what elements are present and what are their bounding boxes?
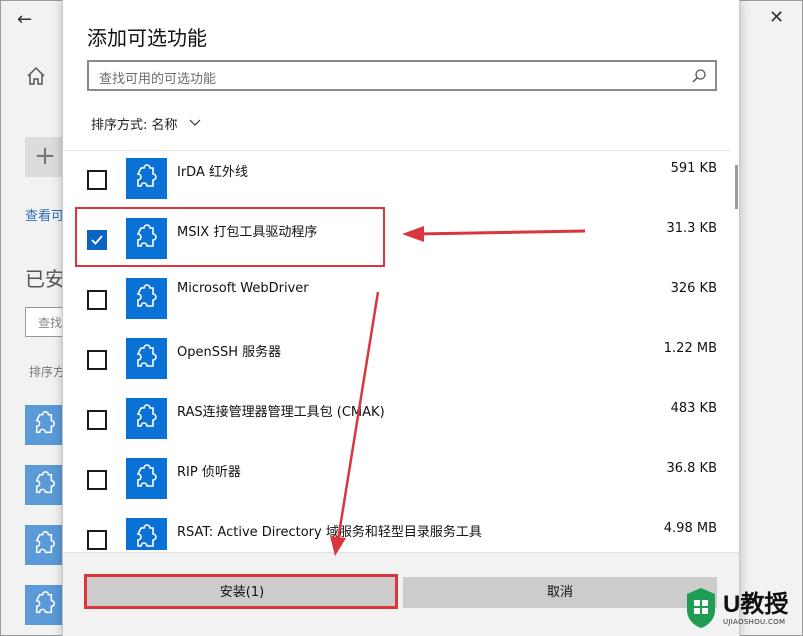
feature-name: RIP 侦听器: [177, 465, 241, 480]
feature-size: 1.22 MB: [663, 341, 717, 356]
feature-size: 591 KB: [670, 161, 717, 176]
search-placeholder: 查找可用的可选功能: [99, 72, 217, 87]
installed-heading: 已安: [25, 267, 65, 291]
checkbox[interactable]: [87, 410, 107, 430]
feature-size: 483 KB: [670, 401, 717, 416]
feature-name: OpenSSH 服务器: [177, 345, 282, 360]
add-feature-button[interactable]: +: [25, 137, 65, 177]
puzzle-icon: [25, 405, 65, 445]
puzzle-icon: [126, 158, 167, 199]
sort-value: 名称: [151, 118, 178, 133]
puzzle-icon: [126, 398, 167, 439]
list-item[interactable]: IrDA 红外线 591 KB: [63, 151, 731, 211]
puzzle-icon: [126, 338, 167, 379]
watermark-brand: U教授: [723, 591, 789, 618]
checkbox[interactable]: [87, 170, 107, 190]
feature-size: 4.98 MB: [663, 521, 717, 536]
sort-dropdown[interactable]: 排序方式: 名称: [91, 114, 178, 133]
sort-label: 排序方式:: [91, 118, 148, 133]
puzzle-icon: [126, 518, 167, 550]
puzzle-icon: [25, 585, 65, 625]
puzzle-icon: [126, 458, 167, 499]
add-optional-feature-dialog: 添加可选功能 查找可用的可选功能 排序方式: 名称 IrDA 红外线 591 K…: [62, 0, 740, 636]
watermark-url: UJIAOSHOU.COM: [723, 618, 786, 626]
back-arrow-icon[interactable]: ←: [17, 9, 32, 30]
checkbox[interactable]: [87, 290, 107, 310]
list-item[interactable]: RSAT: Active Directory 域服务和轻型目录服务工具 4.98…: [63, 511, 731, 550]
puzzle-icon: [126, 278, 167, 319]
list-scrollbar[interactable]: [735, 165, 738, 209]
watermark-logo: U教授 UJIAOSHOU.COM: [683, 582, 801, 634]
list-item[interactable]: RIP 侦听器 36.8 KB: [63, 451, 731, 511]
feature-name: Microsoft WebDriver: [177, 281, 309, 296]
home-icon[interactable]: [25, 65, 47, 87]
cancel-button[interactable]: 取消: [403, 577, 717, 608]
highlight-selected-feature: [75, 207, 385, 267]
feature-name: IrDA 红外线: [177, 165, 248, 180]
highlight-install-button: [84, 574, 398, 609]
search-icon[interactable]: [691, 68, 707, 84]
puzzle-icon: [25, 465, 65, 505]
puzzle-icon: [25, 525, 65, 565]
checkbox[interactable]: [87, 530, 107, 550]
feature-search-input[interactable]: 查找可用的可选功能: [87, 60, 717, 91]
feature-size: 326 KB: [670, 281, 717, 296]
feature-name: RSAT: Active Directory 域服务和轻型目录服务工具: [177, 525, 482, 540]
list-item[interactable]: Microsoft WebDriver 326 KB: [63, 271, 731, 331]
chevron-down-icon[interactable]: [189, 116, 201, 128]
dialog-title: 添加可选功能: [87, 26, 207, 50]
list-item[interactable]: OpenSSH 服务器 1.22 MB: [63, 331, 731, 391]
close-icon[interactable]: ✕: [769, 7, 784, 28]
installed-search-input[interactable]: 查找: [25, 307, 65, 337]
feature-name: RAS连接管理器管理工具包 (CMAK): [177, 405, 385, 420]
feature-size: 36.8 KB: [666, 461, 717, 476]
feature-size: 31.3 KB: [666, 221, 717, 236]
installed-sort-label[interactable]: 排序方: [29, 363, 65, 380]
windows-shield-icon: [687, 588, 715, 628]
checkbox[interactable]: [87, 350, 107, 370]
list-item[interactable]: RAS连接管理器管理工具包 (CMAK) 483 KB: [63, 391, 731, 451]
history-link[interactable]: 查看可: [25, 205, 64, 224]
checkbox[interactable]: [87, 470, 107, 490]
